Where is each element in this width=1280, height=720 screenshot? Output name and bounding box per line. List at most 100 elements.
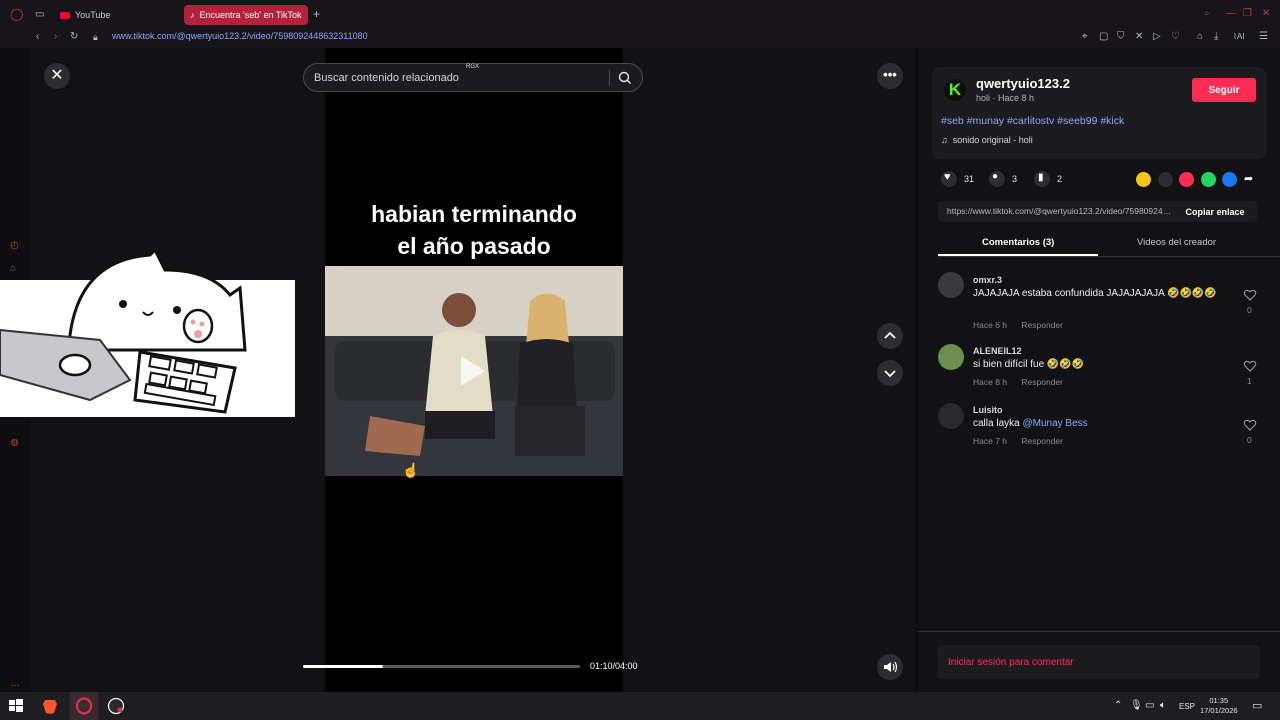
extensions-icon[interactable]: ✕: [1135, 31, 1143, 43]
volume-tray-icon[interactable]: 🔈︎: [1160, 700, 1166, 711]
login-to-comment-link[interactable]: Iniciar sesión para comentar: [948, 657, 1074, 668]
system-clock[interactable]: 01:35 17/01/2026: [1200, 696, 1238, 716]
reload-icon[interactable]: ↻: [70, 31, 78, 43]
share-friends-icon[interactable]: [1136, 172, 1151, 187]
tab-label: YouTube: [75, 10, 111, 20]
embed-code-icon[interactable]: [1158, 172, 1173, 187]
opera-icon[interactable]: [75, 697, 93, 715]
more-options-button[interactable]: •••: [877, 63, 903, 89]
tab-overview-icon[interactable]: ▭: [35, 9, 44, 21]
comment-username[interactable]: ALENEIL12: [973, 346, 1022, 356]
heart-outline-icon[interactable]: [1243, 288, 1257, 302]
taskbar: [0, 692, 1280, 720]
chevron-down-icon: [884, 370, 896, 378]
comment-body: calla layka: [973, 418, 1023, 429]
comment-like-count: 1: [1247, 376, 1252, 386]
speaker-icon: [884, 661, 898, 673]
search-divider: [609, 70, 610, 86]
search-badge: RGX: [466, 64, 480, 70]
chevron-up-icon: [884, 331, 896, 339]
volume-button[interactable]: [877, 654, 903, 680]
url-text[interactable]: www.tiktok.com/@qwertyuio123.2/video/759…: [112, 31, 368, 41]
comment-count: 3: [1012, 174, 1018, 184]
like-stat[interactable]: ♥ 31: [941, 171, 974, 187]
comment-time: Hace 7 h: [973, 436, 1008, 446]
search-icon[interactable]: [617, 70, 633, 86]
comment-text: JAJAJAJA estaba confundida JAJAJAJAJA 🤣🤣…: [973, 288, 1217, 299]
video-progress-bar[interactable]: [303, 665, 580, 668]
forward-icon[interactable]: ›: [54, 31, 57, 43]
close-player-button[interactable]: ✕: [44, 63, 70, 89]
favorite-icon[interactable]: ♡: [1171, 31, 1180, 43]
send-icon[interactable]: [1179, 172, 1194, 187]
brave-icon[interactable]: [41, 697, 59, 715]
comment-like-count: 0: [1247, 435, 1252, 445]
video-hashtags[interactable]: #seb #munay #carlitostv #seeb99 #kick: [941, 115, 1124, 127]
comment-avatar[interactable]: [938, 344, 964, 370]
follow-button[interactable]: Seguir: [1192, 78, 1256, 102]
previous-video-button[interactable]: [877, 323, 903, 349]
comment-text: calla layka @Munay Bess: [973, 417, 1088, 431]
comment-username[interactable]: Luisito: [973, 405, 1003, 415]
new-tab-icon[interactable]: +: [313, 8, 320, 20]
sidebar-more-icon[interactable]: …: [10, 678, 20, 689]
reply-button[interactable]: Responder: [1021, 436, 1063, 446]
caption-line-1: habian terminando: [371, 201, 577, 227]
comment-avatar[interactable]: [938, 272, 964, 298]
download-icon[interactable]: ⤓: [1214, 31, 1218, 43]
comment-mention[interactable]: @Munay Bess: [1022, 418, 1087, 429]
translate-icon[interactable]: ▷: [1153, 31, 1161, 43]
shield-icon[interactable]: ⛉: [1117, 31, 1125, 43]
opera-logo-icon[interactable]: ◯: [10, 8, 23, 20]
pin-icon[interactable]: ⌖: [1082, 31, 1088, 43]
minimize-icon[interactable]: —: [1226, 8, 1236, 20]
active-tab-indicator: [938, 254, 1098, 256]
tab-youtube[interactable]: YouTube: [54, 5, 116, 25]
creator-avatar[interactable]: K: [944, 79, 966, 101]
obs-icon[interactable]: [107, 697, 125, 715]
youtube-icon: [60, 11, 70, 19]
video-frame-image[interactable]: [325, 266, 623, 476]
sidebar-settings-icon[interactable]: ⚙: [10, 438, 19, 449]
creator-subline: holi · Hace 8 h: [976, 93, 1035, 103]
comment-stat[interactable]: ● 3: [989, 171, 1017, 187]
creator-username[interactable]: qwertyuio123.2: [976, 76, 1070, 91]
restore-icon[interactable]: ❐: [1243, 8, 1252, 20]
tab-tiktok-search[interactable]: ♪ Encuentra 'seb' en TikTok: [184, 5, 308, 25]
heart-outline-icon[interactable]: [1243, 418, 1257, 432]
comment-like-count: 0: [1247, 305, 1252, 315]
wallet-icon[interactable]: ⌂: [1197, 31, 1203, 43]
video-scene-illustration: [325, 266, 623, 476]
search-tabs-icon[interactable]: ⌕: [1204, 8, 1210, 20]
related-search-input[interactable]: [314, 64, 594, 91]
back-icon[interactable]: ‹: [36, 31, 39, 43]
clock-time: 01:35: [1209, 696, 1229, 705]
facebook-icon[interactable]: [1222, 172, 1237, 187]
save-stat[interactable]: ▮ 2: [1034, 171, 1062, 187]
microphone-icon[interactable]: 🎙︎: [1130, 700, 1143, 711]
reply-button[interactable]: Responder: [1021, 320, 1063, 330]
notifications-icon[interactable]: ▭: [1252, 699, 1262, 712]
whatsapp-icon[interactable]: [1201, 172, 1216, 187]
network-icon[interactable]: ▭: [1145, 700, 1154, 711]
keyboard-language[interactable]: ESP: [1179, 702, 1195, 711]
menu-icon[interactable]: ☰: [1259, 31, 1268, 43]
close-window-icon[interactable]: ✕: [1262, 8, 1270, 20]
share-arrow-icon[interactable]: ➦: [1244, 172, 1253, 185]
tab-comments[interactable]: Comentarios (3): [982, 237, 1054, 248]
heart-outline-icon[interactable]: [1243, 359, 1257, 373]
video-caption-overlay: habian terminando el año pasado: [325, 198, 623, 262]
copy-link-button[interactable]: Copiar enlace: [1175, 201, 1255, 222]
sound-link[interactable]: ♫ sonido original - holi: [941, 135, 1033, 145]
comment-time: Hace 6 h: [973, 320, 1008, 330]
video-link[interactable]: https://www.tiktok.com/@qwertyuio123.2/v…: [947, 206, 1172, 216]
comment-username[interactable]: omxr.3: [973, 275, 1002, 285]
ai-icon[interactable]: ⌇AI: [1233, 31, 1244, 43]
next-video-button[interactable]: [877, 360, 903, 386]
tab-creator-videos[interactable]: Videos del creador: [1137, 237, 1216, 248]
comment-avatar[interactable]: [938, 403, 964, 429]
snapshot-icon[interactable]: ▢: [1099, 31, 1108, 43]
reply-button[interactable]: Responder: [1021, 377, 1063, 387]
tray-chevron-icon[interactable]: ⌃: [1114, 700, 1122, 711]
windows-start-icon[interactable]: [7, 697, 25, 715]
